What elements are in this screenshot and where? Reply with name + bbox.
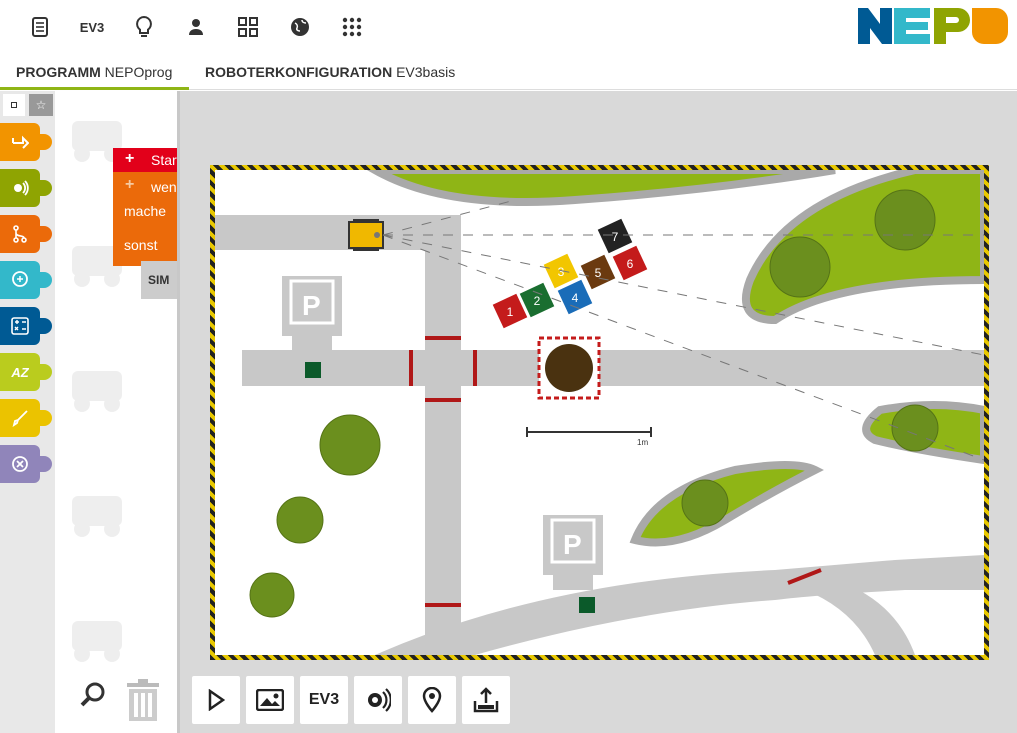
sensor-button[interactable]: [354, 676, 402, 724]
category-text[interactable]: AZ: [0, 353, 52, 391]
svg-text:6: 6: [627, 257, 634, 271]
if-block-label: wenn: [151, 179, 177, 195]
sim-block[interactable]: SIM: [141, 261, 177, 299]
brain-icon: [12, 271, 28, 287]
tab-robot-config[interactable]: ROBOTERKONFIGURATION EV3basis: [189, 56, 471, 90]
category-math[interactable]: [0, 307, 52, 345]
grid-icon[interactable]: [233, 12, 263, 42]
control-icon: [13, 225, 27, 243]
else-label: sonst: [124, 237, 158, 253]
tab-bar: PROGRAMM NEPOprog ROBOTERKONFIGURATION E…: [0, 56, 1017, 90]
tab-program-name: NEPOprog: [104, 64, 173, 80]
category-action[interactable]: [0, 123, 52, 161]
block-category-sidebar: ☆ AZ: [0, 91, 55, 733]
play-button[interactable]: [192, 676, 240, 724]
globe-icon[interactable]: [285, 12, 315, 42]
start-block-label: Start: [151, 152, 177, 168]
svg-text:P: P: [302, 290, 321, 321]
svg-text:1: 1: [507, 305, 514, 319]
lightbulb-icon[interactable]: [129, 12, 159, 42]
svg-text:3: 3: [558, 265, 565, 279]
tab-robot-config-name: EV3basis: [396, 64, 456, 80]
math-icon: [11, 317, 29, 335]
export-button[interactable]: [462, 676, 510, 724]
trash-icon[interactable]: [125, 679, 161, 723]
field-map: P P 1 2 3 4 5 6 7 1m: [215, 170, 984, 655]
ghost-robot-icon: [72, 621, 122, 662]
play-icon: [208, 689, 225, 711]
start-block[interactable]: + Start: [113, 148, 177, 172]
svg-text:1m: 1m: [637, 438, 648, 447]
do-label: mache: [124, 203, 167, 219]
communication-icon: [12, 456, 28, 472]
square-icon: [11, 102, 17, 108]
export-icon: [473, 687, 499, 713]
ev3-icon[interactable]: EV3: [77, 12, 107, 42]
sensor-icon: [368, 688, 391, 712]
svg-text:P: P: [563, 529, 582, 560]
brush-icon: [12, 410, 28, 427]
category-colour[interactable]: [0, 399, 52, 437]
plus-icon: +: [125, 150, 135, 167]
action-icon: [12, 135, 29, 149]
sensor-icon: [14, 180, 29, 196]
sim-block-label: SIM: [148, 273, 170, 287]
category-logic[interactable]: [0, 261, 52, 299]
svg-text:2: 2: [534, 294, 541, 308]
plus-icon: +: [125, 176, 135, 193]
category-control[interactable]: [0, 215, 52, 253]
simulation-field[interactable]: P P 1 2 3 4 5 6 7 1m: [210, 165, 989, 660]
category-sensors[interactable]: [0, 169, 52, 207]
robot-view-button[interactable]: EV3: [300, 676, 348, 724]
star-icon[interactable]: ☆: [29, 94, 53, 116]
beginner-level-button[interactable]: [3, 94, 25, 116]
top-bar: EV3: [0, 0, 1017, 56]
svg-text:4: 4: [572, 291, 579, 305]
ghost-robot-icon: [72, 371, 122, 412]
location-icon: [422, 687, 442, 713]
nepo-logo: [858, 8, 1008, 44]
reset-position-button[interactable]: [408, 676, 456, 724]
tab-program[interactable]: PROGRAMM NEPOprog: [0, 56, 189, 90]
if-block[interactable]: + wenn mache sonst: [113, 172, 177, 266]
ghost-robot-icon: [72, 496, 122, 537]
document-icon[interactable]: [25, 12, 55, 42]
background-image-button[interactable]: [246, 676, 294, 724]
svg-text:5: 5: [595, 266, 602, 280]
svg-text:7: 7: [612, 230, 619, 244]
tab-program-label: PROGRAMM: [16, 64, 101, 80]
category-communication[interactable]: [0, 445, 52, 483]
apps-icon[interactable]: [337, 12, 367, 42]
tab-robot-config-label: ROBOTERKONFIGURATION: [205, 64, 393, 80]
text-icon: AZ: [11, 364, 29, 380]
zoom-icon[interactable]: [79, 681, 107, 709]
user-icon[interactable]: [181, 12, 211, 42]
image-icon: [256, 689, 284, 711]
program-workspace[interactable]: + Start + wenn mache sonst SIM: [55, 91, 177, 733]
